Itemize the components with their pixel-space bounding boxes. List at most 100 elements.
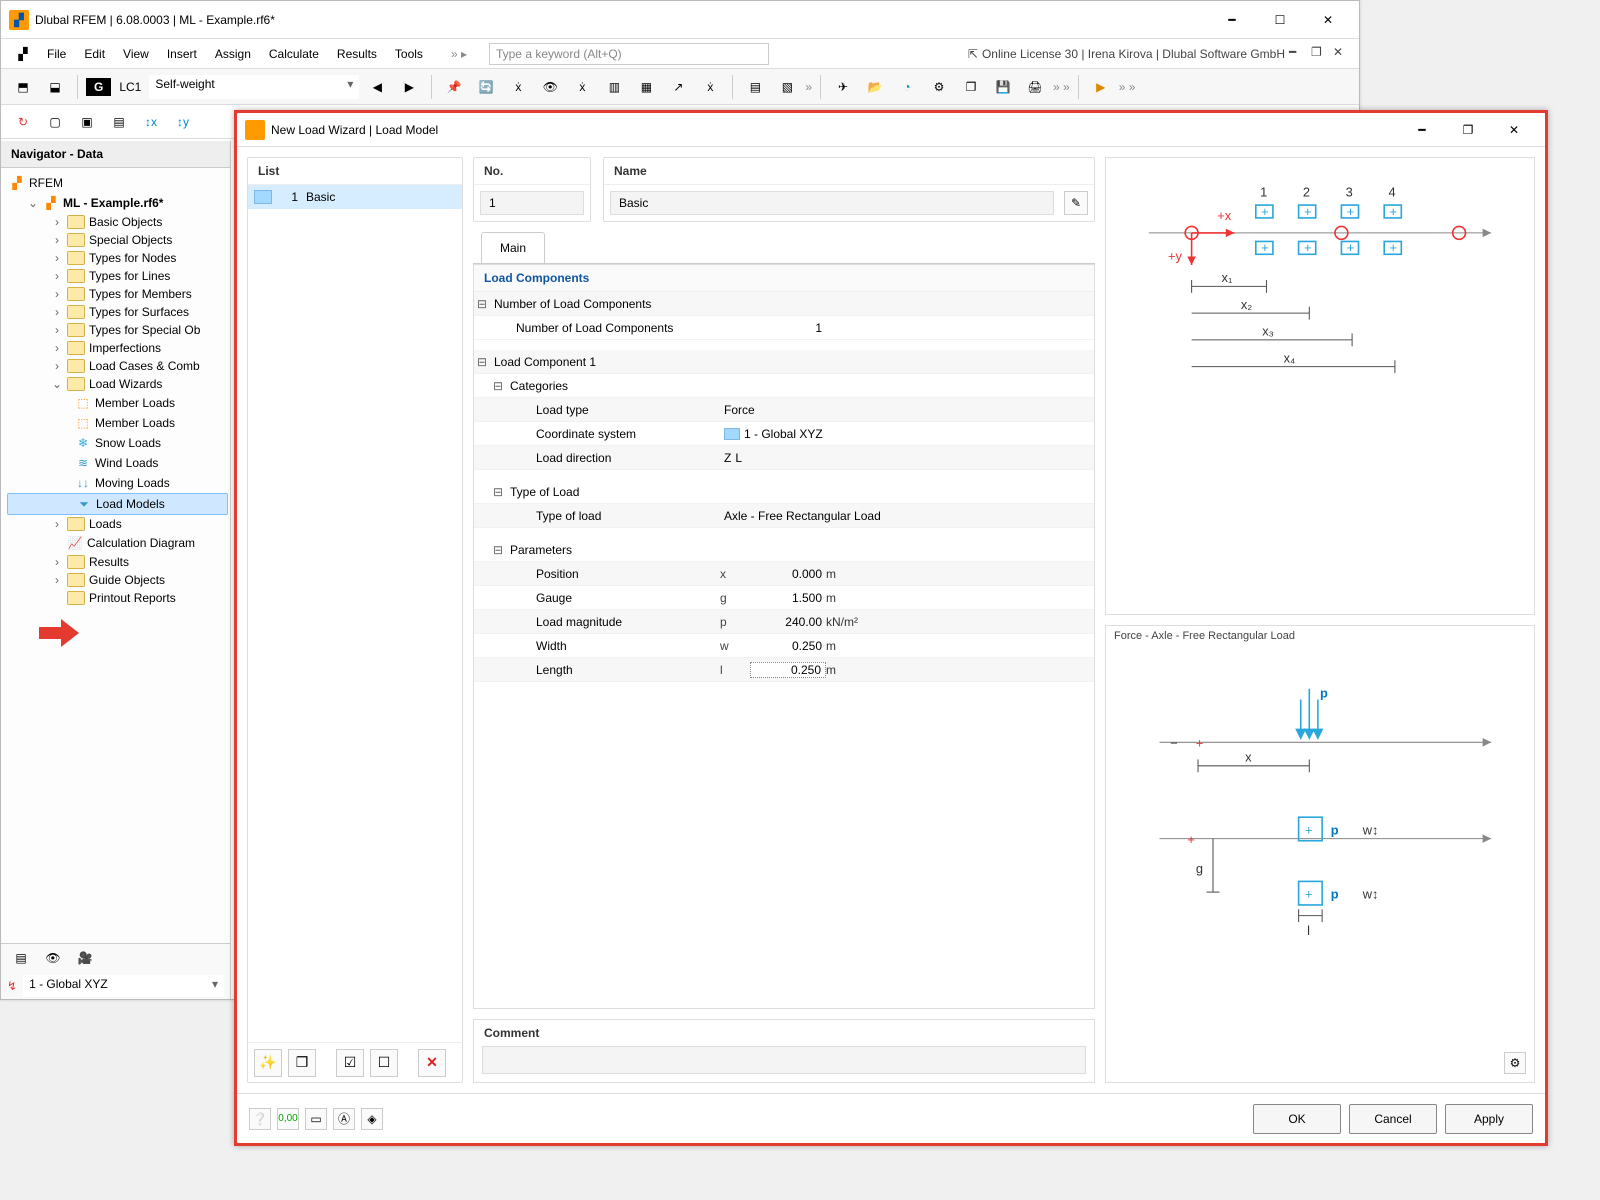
keyword-search-input[interactable]: Type a keyword (Alt+Q) [489, 43, 769, 65]
ok-button[interactable]: OK [1253, 1104, 1341, 1134]
menu-tools[interactable]: Tools [387, 43, 431, 65]
prop-gauge[interactable]: Gauge g1.500m [474, 586, 1094, 610]
tool-panel2-icon[interactable]: ▧ [773, 73, 801, 101]
menu-view[interactable]: View [115, 43, 157, 65]
prop-group-row[interactable]: ⊟Type of Load [474, 480, 1094, 504]
tool-save-icon[interactable]: 💾 [989, 73, 1017, 101]
help-icon[interactable]: ❔ [249, 1108, 271, 1130]
properties-grid[interactable]: Load Components ⊟Number of Load Componen… [473, 264, 1095, 1009]
illus-settings-icon[interactable]: ⚙ [1504, 1052, 1526, 1074]
tool-cube-icon[interactable]: ▥ [600, 73, 628, 101]
tool2-refresh-icon[interactable]: ↻ [9, 108, 37, 136]
tree-wizard-item[interactable]: ↓↓Moving Loads [7, 473, 228, 493]
tool-xxx1-icon[interactable]: ẋ [504, 73, 532, 101]
list-body[interactable]: 1 Basic [248, 185, 462, 1042]
script-icon[interactable]: Ⓐ [333, 1108, 355, 1130]
tree-folder[interactable]: ›Guide Objects [7, 571, 228, 589]
menu-results[interactable]: Results [329, 43, 385, 65]
navigator-tree[interactable]: ▞RFEM ⌄▞ML - Example.rf6* ›Basic Objects… [1, 169, 230, 943]
tree-root[interactable]: ▞RFEM [7, 173, 228, 193]
tool-cloud-icon[interactable]: ◔ [893, 73, 921, 101]
prop-coord-system[interactable]: Coordinate system 1 - Global XYZ [474, 422, 1094, 446]
tree-folder[interactable]: ›Types for Surfaces [7, 303, 228, 321]
prop-length[interactable]: Length l0.250m [474, 658, 1094, 682]
cancel-button[interactable]: Cancel [1349, 1104, 1437, 1134]
nav-tab-data-icon[interactable]: ▤ [7, 944, 35, 972]
tool-xxx2-icon[interactable]: ẋ [568, 73, 596, 101]
list-uncheck-all-icon[interactable]: ☐ [370, 1049, 398, 1077]
tool-send-icon[interactable]: ✈ [829, 73, 857, 101]
tree-folder[interactable]: ›Loads [7, 515, 228, 533]
close-button[interactable]: ✕ [1305, 5, 1351, 35]
tree-folder[interactable]: ›Types for Nodes [7, 249, 228, 267]
tree-folder[interactable]: 📈Calculation Diagram [7, 533, 228, 553]
tool-pin-icon[interactable]: 📌 [440, 73, 468, 101]
tree-folder[interactable]: ›Results [7, 553, 228, 571]
list-check-all-icon[interactable]: ☑ [336, 1049, 364, 1077]
menu-insert[interactable]: Insert [159, 43, 205, 65]
prop-group-row[interactable]: ⊟Parameters [474, 538, 1094, 562]
loadcase-prev-icon[interactable]: ◀ [363, 73, 391, 101]
tool-select-icon[interactable]: ▶ [1087, 73, 1115, 101]
tree-project[interactable]: ⌄▞ML - Example.rf6* [7, 193, 228, 213]
menu-edit[interactable]: Edit [76, 43, 113, 65]
nav-tab-display-icon[interactable]: 👁 [39, 944, 67, 972]
prop-position[interactable]: Position x0.000m [474, 562, 1094, 586]
menu-assign[interactable]: Assign [207, 43, 259, 65]
tool-xxx3-icon[interactable]: ẋ [696, 73, 724, 101]
comment-input[interactable] [482, 1046, 1086, 1074]
tab-main[interactable]: Main [481, 232, 545, 263]
mdi-close-icon[interactable]: ✕ [1333, 45, 1351, 63]
tool2-cube3-icon[interactable]: ▤ [105, 108, 133, 136]
dialog-minimize-button[interactable]: ━ [1399, 115, 1445, 145]
tool-panel1-icon[interactable]: ▤ [741, 73, 769, 101]
tool2-axis-x-icon[interactable]: ↕x [137, 108, 165, 136]
tree-wizard-item[interactable]: ⬚Member Loads [7, 413, 228, 433]
tree-folder[interactable]: ›Types for Special Ob [7, 321, 228, 339]
link-icon[interactable]: ◈ [361, 1108, 383, 1130]
dialog-close-button[interactable]: ✕ [1491, 115, 1537, 145]
tool2-cube2-icon[interactable]: ▣ [73, 108, 101, 136]
prop-group-row[interactable]: ⊟Categories [474, 374, 1094, 398]
toolbar-overflow-2-icon[interactable]: » » [1053, 80, 1070, 94]
name-input[interactable]: Basic [610, 191, 1054, 215]
list-copy-icon[interactable]: ❐ [288, 1049, 316, 1077]
tool-line-icon[interactable]: ↗ [664, 73, 692, 101]
prop-load-direction[interactable]: Load direction ZL [474, 446, 1094, 470]
tool-eye-icon[interactable]: 👁 [536, 73, 564, 101]
nav-tab-views-icon[interactable]: 🎥 [71, 944, 99, 972]
prop-group-row[interactable]: ⊟Number of Load Components [474, 292, 1094, 316]
prop-load-type[interactable]: Load type Force [474, 398, 1094, 422]
tool-grid-icon[interactable]: ▦ [632, 73, 660, 101]
tool-generic-1-icon[interactable]: ⬒ [9, 73, 37, 101]
tree-folder[interactable]: ›Types for Members [7, 285, 228, 303]
tool-open-icon[interactable]: 📂 [861, 73, 889, 101]
tool-copy-icon[interactable]: ❐ [957, 73, 985, 101]
toolbar-overflow-1-icon[interactable]: » [805, 80, 812, 94]
maximize-button[interactable]: ☐ [1257, 5, 1303, 35]
menu-calculate[interactable]: Calculate [261, 43, 327, 65]
list-row[interactable]: 1 Basic [248, 185, 462, 209]
units-icon[interactable]: 0,00 [277, 1108, 299, 1130]
app-menu-icon[interactable]: ▞ [9, 40, 37, 68]
tool-generic-2-icon[interactable]: ⬓ [41, 73, 69, 101]
tree-wizard-item[interactable]: ⬚Member Loads [7, 393, 228, 413]
tool2-axis-y-icon[interactable]: ↕y [169, 108, 197, 136]
menu-file[interactable]: File [39, 43, 74, 65]
tree-folder[interactable]: ›Imperfections [7, 339, 228, 357]
list-delete-icon[interactable]: ✕ [418, 1049, 446, 1077]
prop-width[interactable]: Width w0.250m [474, 634, 1094, 658]
search-expand-icon[interactable]: ⇱ [968, 47, 978, 61]
tool2-cube1-icon[interactable]: ▢ [41, 108, 69, 136]
view-icon[interactable]: ▭ [305, 1108, 327, 1130]
loadcase-name-dropdown[interactable]: Self-weight▾ [149, 75, 359, 99]
tree-folder[interactable]: ›Basic Objects [7, 213, 228, 231]
tool-print-icon[interactable]: 🖨 [1021, 73, 1049, 101]
tree-wizard-item[interactable]: ❄Snow Loads [7, 433, 228, 453]
name-edit-icon[interactable]: ✎ [1064, 191, 1088, 215]
tool-gear-icon[interactable]: ⚙ [925, 73, 953, 101]
mdi-minimize-icon[interactable]: ━ [1289, 45, 1307, 63]
list-new-icon[interactable]: ✨ [254, 1049, 282, 1077]
menu-overflow-icon[interactable]: » ▸ [451, 47, 467, 61]
tree-wizard-item[interactable]: ≋Wind Loads [7, 453, 228, 473]
